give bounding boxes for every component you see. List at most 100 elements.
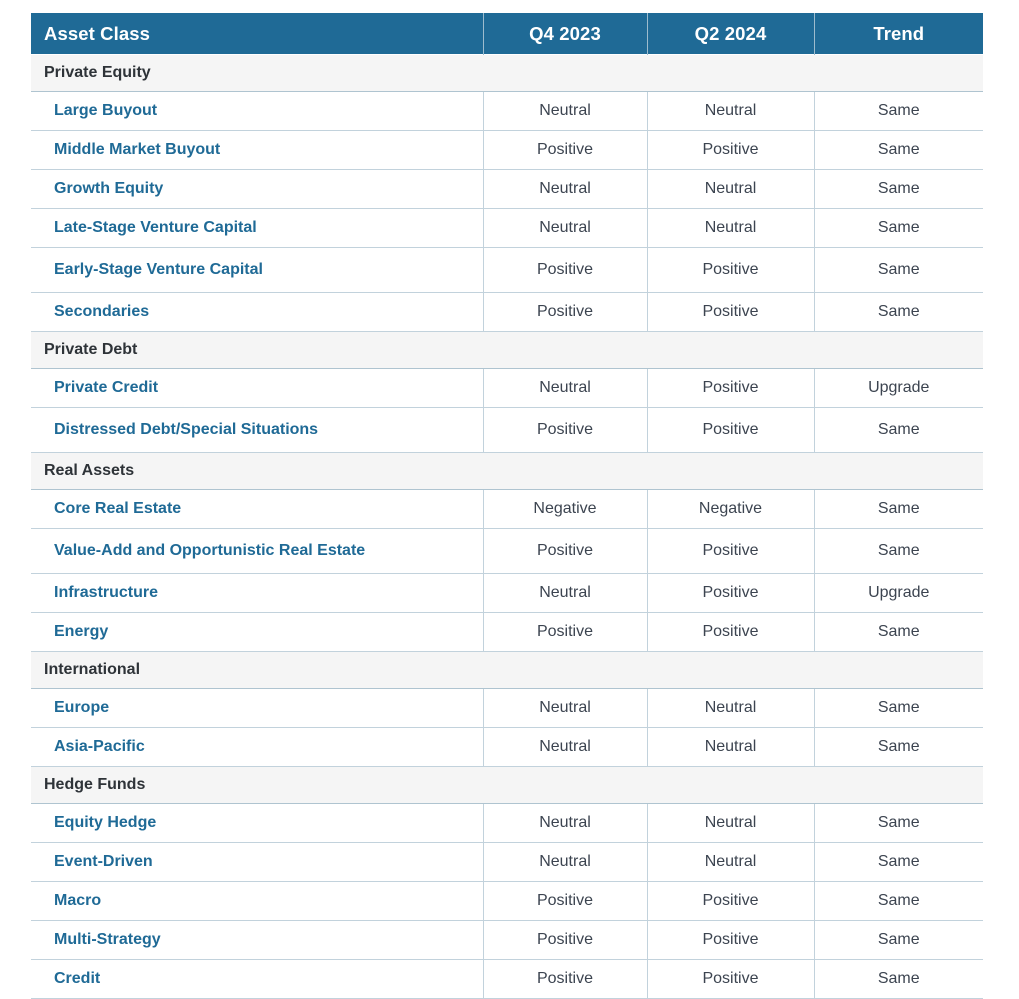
rating-q4-2023: Positive (482, 959, 647, 999)
rating-trend: Same (813, 528, 983, 574)
column-header-q2-2024[interactable]: Q2 2024 (646, 13, 814, 55)
category-cell-trend (814, 54, 983, 92)
rating-q4-2023: Positive (482, 130, 647, 170)
rating-q2-2024: Neutral (646, 208, 814, 248)
asset-class-name[interactable]: Infrastructure (31, 573, 483, 613)
category-label: Hedge Funds (31, 766, 483, 804)
category-cell-q2-2024 (647, 766, 814, 804)
asset-class-name[interactable]: Value-Add and Opportunistic Real Estate (31, 528, 483, 574)
rating-q2-2024: Neutral (646, 803, 814, 843)
rating-q2-2024: Positive (646, 130, 814, 170)
rating-q4-2023: Neutral (482, 573, 647, 613)
column-header-asset-class[interactable]: Asset Class (31, 13, 483, 55)
category-label: Real Assets (31, 452, 483, 490)
asset-class-name[interactable]: Growth Equity (31, 169, 483, 209)
table-row[interactable]: Late-Stage Venture Capital Neutral Neutral… (31, 208, 983, 248)
asset-class-name[interactable]: Distressed Debt/Special Situations (31, 407, 483, 453)
category-cell-q2-2024 (647, 54, 814, 92)
category-cell-trend (814, 766, 983, 804)
asset-class-name[interactable]: Core Real Estate (31, 489, 483, 529)
rating-trend: Same (813, 247, 983, 293)
asset-class-name[interactable]: Equity Hedge (31, 803, 483, 843)
asset-class-name[interactable]: Late-Stage Venture Capital (31, 208, 483, 248)
category-cell-q4-2023 (483, 766, 647, 804)
table-row[interactable]: Private Credit Neutral Positive Upgrade (31, 368, 983, 408)
rating-q2-2024: Positive (646, 407, 814, 453)
asset-class-name[interactable]: Asia-Pacific (31, 727, 483, 767)
table-row[interactable]: Macro Positive Positive Same (31, 881, 983, 921)
column-header-q4-2023[interactable]: Q4 2023 (482, 13, 647, 55)
table-row[interactable]: Distressed Debt/Special Situations Positi… (31, 407, 983, 453)
rating-trend: Same (813, 489, 983, 529)
rating-trend: Upgrade (813, 573, 983, 613)
rating-q4-2023: Neutral (482, 91, 647, 131)
category-row: Private Debt (31, 331, 983, 369)
asset-class-name[interactable]: Macro (31, 881, 483, 921)
table-row[interactable]: Event-Driven Neutral Neutral Same (31, 842, 983, 882)
table-row[interactable]: Growth Equity Neutral Neutral Same (31, 169, 983, 209)
table-body: Private Equity Large Buyout Neutral Neutral… (31, 54, 983, 999)
asset-class-name[interactable]: Credit (31, 959, 483, 999)
table-row[interactable]: Infrastructure Neutral Positive Upgrade (31, 573, 983, 613)
table-row[interactable]: Early-Stage Venture Capital Positive Posit… (31, 247, 983, 293)
rating-trend: Same (813, 842, 983, 882)
rating-q4-2023: Neutral (482, 368, 647, 408)
category-row: International (31, 651, 983, 689)
rating-trend: Same (813, 727, 983, 767)
asset-class-name[interactable]: Middle Market Buyout (31, 130, 483, 170)
rating-q4-2023: Neutral (482, 727, 647, 767)
asset-class-ratings-table: Asset Class Q4 2023 Q2 2024 Trend Privat… (31, 13, 983, 999)
asset-class-name[interactable]: Early-Stage Venture Capital (31, 247, 483, 293)
category-row: Real Assets (31, 452, 983, 490)
asset-class-name[interactable]: Energy (31, 612, 483, 652)
rating-trend: Same (813, 612, 983, 652)
rating-trend: Same (813, 407, 983, 453)
table-row[interactable]: Core Real Estate Negative Negative Same (31, 489, 983, 529)
table-row[interactable]: Credit Positive Positive Same (31, 959, 983, 999)
asset-class-name[interactable]: Multi-Strategy (31, 920, 483, 960)
rating-q2-2024: Neutral (646, 842, 814, 882)
rating-trend: Same (813, 292, 983, 332)
table-row[interactable]: Europe Neutral Neutral Same (31, 688, 983, 728)
rating-q4-2023: Neutral (482, 842, 647, 882)
rating-trend: Same (813, 881, 983, 921)
category-label: Private Equity (31, 54, 483, 92)
asset-class-ratings-table-container: Asset Class Q4 2023 Q2 2024 Trend Privat… (31, 13, 983, 999)
rating-q2-2024: Positive (646, 247, 814, 293)
rating-q4-2023: Positive (482, 612, 647, 652)
rating-q2-2024: Positive (646, 292, 814, 332)
table-row[interactable]: Middle Market Buyout Positive Positive Same (31, 130, 983, 170)
category-label: International (31, 651, 483, 689)
category-cell-q4-2023 (483, 651, 647, 689)
table-row[interactable]: Value-Add and Opportunistic Real Estate P… (31, 528, 983, 574)
category-cell-q2-2024 (647, 331, 814, 369)
header-row: Asset Class Q4 2023 Q2 2024 Trend (31, 13, 983, 55)
asset-class-name[interactable]: Event-Driven (31, 842, 483, 882)
rating-q4-2023: Positive (482, 247, 647, 293)
rating-q2-2024: Positive (646, 528, 814, 574)
asset-class-name[interactable]: Secondaries (31, 292, 483, 332)
table-row[interactable]: Multi-Strategy Positive Positive Same (31, 920, 983, 960)
category-cell-q2-2024 (647, 651, 814, 689)
table-row[interactable]: Secondaries Positive Positive Same (31, 292, 983, 332)
table-row[interactable]: Equity Hedge Neutral Neutral Same (31, 803, 983, 843)
column-header-trend[interactable]: Trend (813, 13, 983, 55)
table-row[interactable]: Energy Positive Positive Same (31, 612, 983, 652)
category-cell-trend (814, 331, 983, 369)
table-row[interactable]: Large Buyout Neutral Neutral Same (31, 91, 983, 131)
rating-q2-2024: Neutral (646, 727, 814, 767)
rating-q4-2023: Neutral (482, 803, 647, 843)
rating-trend: Same (813, 91, 983, 131)
rating-q4-2023: Positive (482, 528, 647, 574)
rating-q4-2023: Neutral (482, 169, 647, 209)
rating-q2-2024: Negative (646, 489, 814, 529)
category-cell-q4-2023 (483, 452, 647, 490)
rating-q2-2024: Positive (646, 368, 814, 408)
table-row[interactable]: Asia-Pacific Neutral Neutral Same (31, 727, 983, 767)
asset-class-name[interactable]: Europe (31, 688, 483, 728)
rating-q2-2024: Neutral (646, 688, 814, 728)
category-cell-trend (814, 452, 983, 490)
asset-class-name[interactable]: Private Credit (31, 368, 483, 408)
asset-class-name[interactable]: Large Buyout (31, 91, 483, 131)
rating-q4-2023: Positive (482, 407, 647, 453)
